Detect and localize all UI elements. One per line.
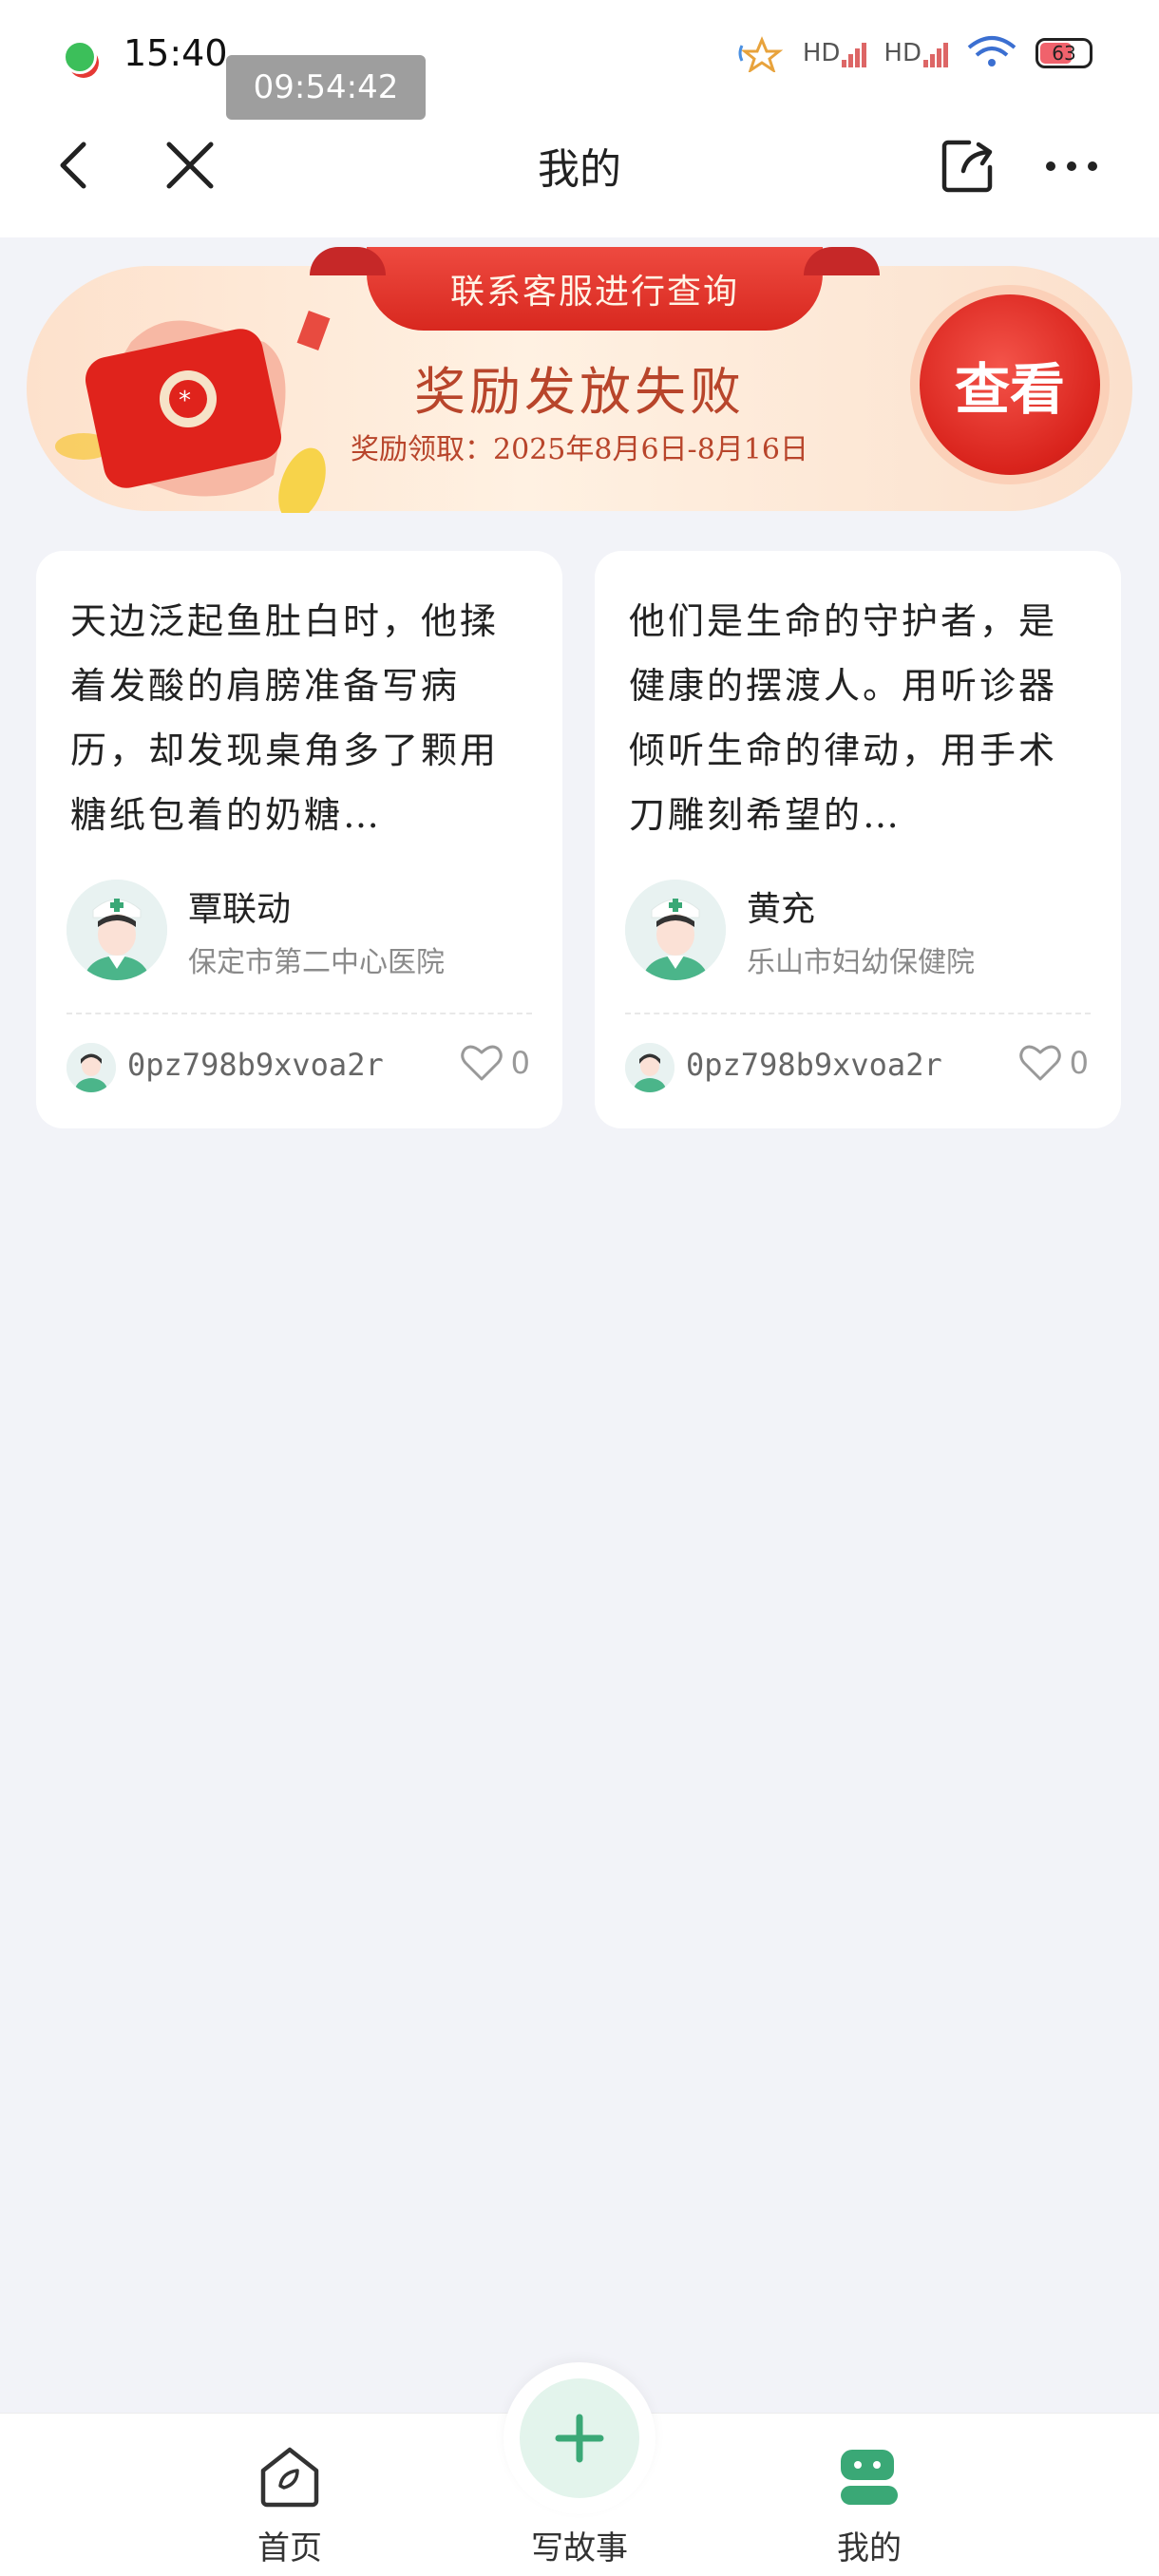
battery-level: 63 [1052,42,1076,65]
hospital-name: 乐山市妇幼保健院 [747,946,975,979]
tab-write-label: 写故事 [531,2529,628,2567]
hospital-name: 保定市第二中心医院 [188,946,445,979]
reward-banner[interactable]: * 联系客服进行查询 奖励发放失败 奖励领取：2025年8月6日-8月16日 查… [27,247,1132,513]
app-notification-icon [63,40,97,74]
story-card[interactable]: 他们是生命的守护者，是健康的摆渡人。用听诊器倾听生命的律动，用手术刀雕刻希望的…… [595,551,1121,1128]
tab-me[interactable]: 我的 [774,2414,964,2576]
heart-icon [1018,1045,1061,1081]
signal-icon: HD [884,39,948,67]
profile-robot-icon [841,2450,898,2505]
tab-home-label: 首页 [257,2529,322,2567]
like-button[interactable]: 0 [460,1043,530,1083]
card-divider [66,1013,532,1014]
share-icon[interactable] [940,137,998,194]
view-button[interactable]: 查看 [920,294,1100,475]
more-icon[interactable] [1043,152,1100,180]
battery-icon: 63 [1036,38,1092,68]
signal-label: HD [884,39,922,67]
username: 0pz798b9xvoa2r [127,1047,384,1083]
doctor-avatar [66,880,167,980]
like-count: 0 [1069,1045,1089,1081]
signal-icon: HD [803,39,867,67]
story-card[interactable]: 天边泛起鱼肚白时，他揉着发酸的肩膀准备写病历，却发现桌角多了颗用糖纸包着的奶糖…… [36,551,562,1128]
status-icons: HD HD 63 [738,34,1092,72]
banner-ribbon: 联系客服进行查询 [310,247,880,331]
tab-me-label: 我的 [837,2529,902,2567]
tab-home[interactable]: 首页 [195,2414,385,2576]
card-divider [625,1013,1091,1014]
home-icon [260,2447,319,2508]
story-excerpt: 他们是生命的守护者，是健康的摆渡人。用听诊器倾听生命的律动，用手术刀雕刻希望的… [629,600,1058,836]
like-button[interactable]: 0 [1018,1043,1089,1083]
username: 0pz798b9xvoa2r [686,1047,942,1083]
hotspot-icon [738,36,784,72]
doctor-name: 黄充 [747,890,816,929]
status-time: 15:40 [124,32,228,74]
doctor-name: 覃联动 [188,890,292,929]
like-count: 0 [510,1045,530,1081]
overlay-clock: 09:54:42 [226,55,426,120]
doctor-avatar [625,880,726,980]
wifi-icon [967,36,1016,66]
heart-icon [460,1045,503,1081]
tab-write-story[interactable]: 写故事 [484,2362,674,2576]
bottom-tab-bar: 首页 写故事 我的 [0,2362,1159,2576]
plus-icon [555,2414,604,2463]
user-avatar [66,1043,116,1092]
top-bar: 15:40 09:54:42 HD HD 63 我的 [0,0,1159,237]
user-avatar [625,1043,674,1092]
story-excerpt: 天边泛起鱼肚白时，他揉着发酸的肩膀准备写病历，却发现桌角多了颗用糖纸包着的奶糖… [70,600,500,836]
signal-label: HD [802,39,841,67]
write-story-button[interactable] [504,2362,656,2514]
